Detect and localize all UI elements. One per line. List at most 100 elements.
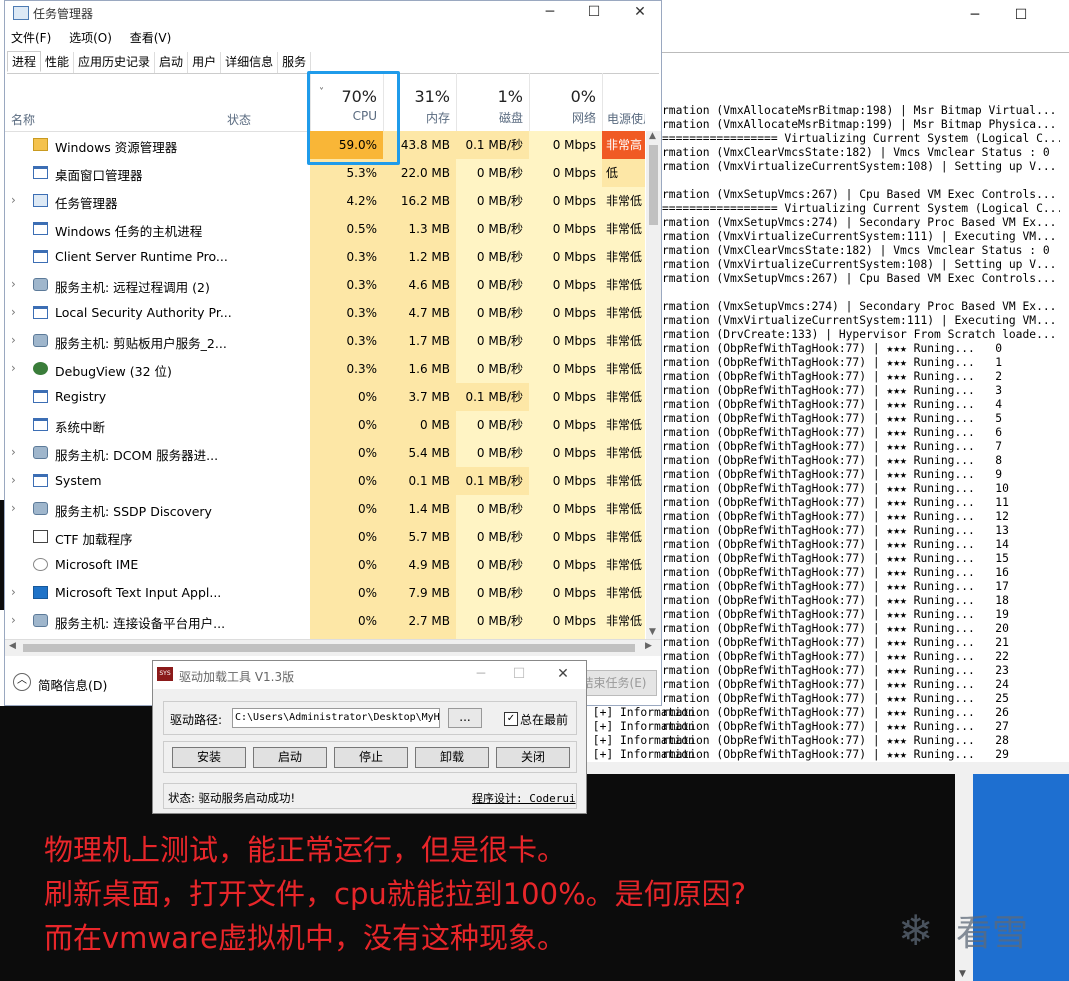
process-disk: 0 MB/秒	[456, 271, 529, 299]
driver-path-input[interactable]: C:\Users\Administrator\Desktop\MyH	[232, 708, 440, 728]
chevron-right-icon[interactable]: ›	[11, 305, 16, 319]
scroll-down-icon[interactable]: ▼	[959, 969, 966, 979]
fewer-details-link[interactable]: 简略信息(D)	[38, 675, 107, 694]
chevron-right-icon[interactable]: ›	[11, 501, 16, 515]
scroll-up-icon[interactable]: ▲	[649, 131, 656, 141]
chevron-right-icon[interactable]: ›	[11, 361, 16, 375]
chevron-right-icon[interactable]: ›	[11, 333, 16, 347]
column-network[interactable]: 0% 网络	[529, 73, 602, 131]
uninstall-button[interactable]: 卸载	[415, 747, 489, 768]
column-status[interactable]: 状态	[227, 111, 251, 128]
process-row[interactable]: › 服务主机: 连接设备平台用户... 0% 2.7 MB 0 MB/秒 0 Mbps 非常…	[5, 607, 645, 635]
process-row[interactable]: › 服务主机: DCOM 服务器进... 0% 5.4 MB 0 MB/秒 0 Mbps 非…	[5, 439, 645, 467]
process-row[interactable]: Registry 0% 3.7 MB 0.1 MB/秒 0 Mbps 非常低	[5, 383, 645, 411]
process-mem: 7.9 MB	[383, 579, 456, 607]
process-name: 服务主机: DCOM 服务器进...	[55, 448, 219, 463]
menu-view[interactable]: 查看(V)	[130, 31, 172, 45]
process-row[interactable]: › 服务主机: SSDP Discovery 0% 1.4 MB 0 MB/秒 0 Mbp…	[5, 495, 645, 523]
process-disk: 0 MB/秒	[456, 243, 529, 271]
process-row[interactable]: Client Server Runtime Pro... 0.3% 1.2 MB 0 …	[5, 243, 645, 271]
process-row[interactable]: › 服务主机: 远程过程调用 (2) 0.3% 4.6 MB 0 MB/秒 0 Mbps 非…	[5, 271, 645, 299]
process-disk: 0 MB/秒	[456, 607, 529, 635]
process-row[interactable]: › 服务主机: 剪贴板用户服务_2... 0.3% 1.7 MB 0 MB/秒 0 Mbp…	[5, 327, 645, 355]
tab-users[interactable]: 用户	[188, 52, 222, 73]
vertical-scrollbar[interactable]: ▲ ▼	[646, 131, 661, 639]
minimize-icon[interactable]: ─	[952, 0, 998, 30]
tab-startup[interactable]: 启动	[155, 52, 189, 73]
scroll-thumb[interactable]	[649, 145, 658, 225]
always-on-top-checkbox[interactable]: ✓	[504, 712, 518, 726]
column-disk[interactable]: 1% 磁盘	[456, 73, 529, 131]
chevron-right-icon[interactable]: ›	[11, 193, 16, 207]
process-row[interactable]: › 任务管理器 4.2% 16.2 MB 0 MB/秒 0 Mbps 非常低	[5, 187, 645, 215]
chevron-right-icon[interactable]: ›	[11, 473, 16, 487]
console-scrollbar[interactable]	[586, 762, 1069, 774]
minimize-icon[interactable]: ─	[527, 1, 573, 25]
snowflake-icon: ❄	[898, 906, 934, 955]
process-cpu: 0%	[310, 411, 383, 439]
menu-file[interactable]: 文件(F)	[11, 31, 51, 45]
scroll-down-icon[interactable]: ▼	[649, 627, 656, 637]
stop-button[interactable]: 停止	[334, 747, 408, 768]
process-row[interactable]: 系统中断 0% 0 MB 0 MB/秒 0 Mbps 非常低	[5, 411, 645, 439]
column-name[interactable]: 名称	[11, 111, 35, 128]
console-line: rmation (VmxSetupVmcs:274) | Secondary P…	[662, 216, 1057, 229]
process-disk: 0 MB/秒	[456, 579, 529, 607]
process-name: 服务主机: 远程过程调用 (2)	[55, 280, 210, 295]
process-name: System	[55, 473, 102, 488]
chevron-up-icon[interactable]: ︿	[13, 673, 31, 691]
tab-app-history[interactable]: 应用历史记录	[74, 52, 156, 73]
chevron-right-icon[interactable]: ›	[11, 585, 16, 599]
maximize-icon[interactable]: ☐	[998, 0, 1044, 30]
process-cpu: 0%	[310, 439, 383, 467]
console-line: rmation (ObpRefWithTagHook:77) | ★★★ Run…	[662, 594, 1009, 607]
tab-services[interactable]: 服务	[278, 52, 312, 73]
menu-options[interactable]: 选项(O)	[69, 31, 112, 45]
close-icon[interactable]: ✕	[543, 661, 583, 689]
process-cpu: 0%	[310, 467, 383, 495]
start-button[interactable]: 启动	[253, 747, 327, 768]
horizontal-scrollbar[interactable]: ◀ ▶	[5, 639, 661, 656]
minimize-icon[interactable]: ─	[461, 661, 501, 689]
chevron-right-icon[interactable]: ›	[11, 277, 16, 291]
process-row[interactable]: Microsoft IME 0% 4.9 MB 0 MB/秒 0 Mbps 非常低	[5, 551, 645, 579]
process-row[interactable]: Windows 任务的主机进程 0.5% 1.3 MB 0 MB/秒 0 Mbps 非常低	[5, 215, 645, 243]
install-button[interactable]: 安装	[172, 747, 246, 768]
scroll-left-icon[interactable]: ◀	[9, 641, 16, 651]
author-credit-link[interactable]: 程序设计: Coderui	[472, 790, 576, 806]
tab-performance[interactable]: 性能	[41, 52, 75, 73]
close-button[interactable]: 关闭	[496, 747, 570, 768]
console-line: rmation (ObpRefWithTagHook:77) | ★★★ Run…	[662, 482, 1009, 495]
process-row[interactable]: › System 0% 0.1 MB 0.1 MB/秒 0 Mbps 非常低	[5, 467, 645, 495]
tab-details[interactable]: 详细信息	[221, 52, 279, 73]
disk-total: 1%	[497, 87, 523, 106]
process-disk: 0 MB/秒	[456, 159, 529, 187]
process-row[interactable]: CTF 加载程序 0% 5.7 MB 0 MB/秒 0 Mbps 非常低	[5, 523, 645, 551]
process-name: 服务主机: 剪贴板用户服务_2...	[55, 336, 227, 351]
window-title: 任务管理器	[33, 7, 94, 21]
maximize-icon[interactable]: ☐	[499, 661, 539, 689]
process-row[interactable]: › DebugView (32 位) 0.3% 1.6 MB 0 MB/秒 0 Mbps 非…	[5, 355, 645, 383]
console-line: rmation (ObpRefWithTagHook:77) | ★★★ Run…	[662, 538, 1009, 551]
process-name: 系统中断	[55, 420, 106, 435]
process-list: Windows 资源管理器 59.0% 43.8 MB 0.1 MB/秒 0 Mbps 非…	[5, 131, 645, 639]
console-line: rmation (ObpRefWithTagHook:77) | ★★★ Run…	[662, 734, 1009, 747]
browse-button[interactable]: ...	[448, 708, 482, 728]
task-manager-titlebar[interactable]: 任务管理器 ─ ☐ ✕	[5, 1, 661, 25]
console-line: rmation (ObpRefWithTagHook:77) | ★★★ Run…	[662, 356, 1003, 369]
process-mem: 1.4 MB	[383, 495, 456, 523]
scroll-right-icon[interactable]: ▶	[645, 641, 652, 651]
question-annotation: 物理机上测试，能正常运行，但是很卡。 刷新桌面，打开文件，cpu就能拉到100%…	[44, 828, 924, 960]
dialog-titlebar[interactable]: SYS 驱动加载工具 V1.3版 ─ ☐ ✕	[153, 661, 586, 689]
close-icon[interactable]: ✕	[617, 1, 663, 25]
column-power[interactable]: 电源使用	[602, 73, 645, 131]
tab-processes[interactable]: 进程	[7, 51, 42, 72]
scroll-thumb[interactable]	[23, 644, 635, 652]
chevron-right-icon[interactable]: ›	[11, 445, 16, 459]
process-row[interactable]: › Local Security Authority Pr... 0.3% 4.7 M…	[5, 299, 645, 327]
process-row[interactable]: › Microsoft Text Input Appl... 0% 7.9 MB 0 M…	[5, 579, 645, 607]
chevron-right-icon[interactable]: ›	[11, 613, 16, 627]
maximize-icon[interactable]: ☐	[571, 1, 617, 25]
console-log: rmation (VmxAllocateMsrBitmap:198) | Msr…	[662, 104, 1060, 764]
